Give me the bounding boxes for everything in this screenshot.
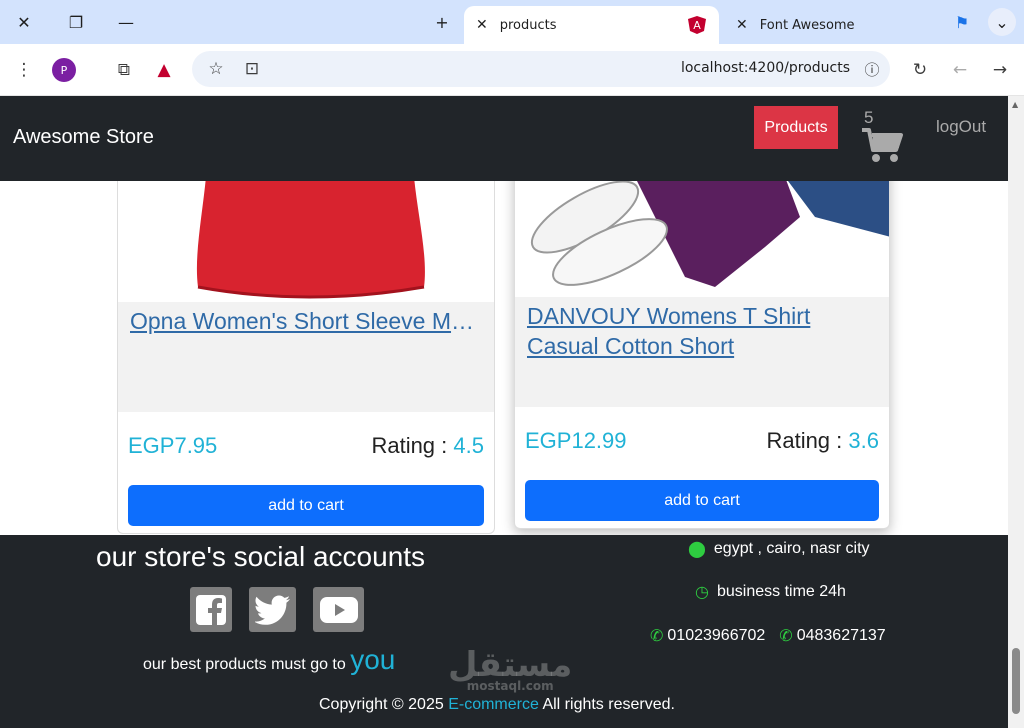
add-to-cart-button[interactable]: add to cart [525, 480, 879, 521]
phone-1[interactable]: 01023966702 [667, 627, 765, 645]
tab-search-chevron-icon[interactable]: ⌄ [988, 8, 1016, 36]
product-title-link[interactable]: Opna Women's Short Sleeve Moisture [130, 306, 482, 336]
footer-tagline: our best products must go to you [143, 644, 395, 676]
url-text: localhost:4200/products [680, 60, 850, 76]
page-viewport: Opna Women's Short Sleeve Moisture EGP7.… [0, 96, 1008, 728]
address-text: egypt , cairo, nasr city [713, 540, 870, 557]
profile-avatar-icon[interactable]: P [52, 58, 76, 82]
angular-devtools-icon[interactable]: ▲ [152, 58, 176, 82]
browser-tab-strip: ✕ ❐ — + ✕ products A ✕ Font Awesome ⚑ ⌄ [0, 0, 1024, 44]
address-info: ⬤ egypt , cairo, nasr city [688, 539, 870, 559]
clock-icon: ◷ [695, 584, 709, 601]
copyright-brand[interactable]: E-commerce [448, 696, 539, 713]
mostaql-watermark: مستقل mostaql.com [448, 645, 573, 693]
brand-logo[interactable]: Awesome Store [13, 126, 154, 149]
close-window-icon[interactable]: ✕ [10, 8, 38, 36]
product-title-link[interactable]: DANVOUY Womens T Shirt Casual Cotton Sho… [527, 301, 877, 361]
product-rating: Rating : 4.5 [371, 433, 484, 459]
phone-info: ✆ 01023966702 ✆ 0483627137 [650, 626, 886, 646]
location-pin-icon: ⬤ [688, 541, 706, 558]
svg-text:A: A [693, 19, 701, 32]
extensions-icon[interactable]: ⧉ [112, 58, 136, 82]
flag-icon[interactable]: ⚑ [948, 8, 976, 36]
products-nav-button[interactable]: Products [754, 106, 838, 149]
add-to-cart-button[interactable]: add to cart [128, 485, 484, 526]
new-tab-icon[interactable]: + [428, 8, 456, 36]
minimize-window-icon[interactable]: — [112, 8, 140, 36]
product-card: DANVOUY Womens T Shirt Casual Cotton Sho… [514, 156, 890, 529]
restore-window-icon[interactable]: ❐ [62, 8, 90, 36]
tab-label: Font Awesome [759, 17, 855, 33]
facebook-icon[interactable] [190, 587, 232, 632]
copyright: Copyright © 2025 E-commerce All rights r… [319, 696, 675, 714]
phone-icon: ✆ [779, 628, 793, 645]
copyright-suffix: All rights reserved. [542, 696, 675, 713]
copyright-prefix: Copyright © 2025 [319, 696, 444, 713]
logout-link[interactable]: logOut [936, 117, 986, 137]
product-title-area: Opna Women's Short Sleeve Moisture [118, 302, 494, 412]
product-price: EGP7.95 [128, 433, 218, 458]
tagline-highlight: you [350, 644, 396, 675]
back-arrow-icon[interactable]: ← [948, 58, 972, 82]
translate-icon[interactable]: ⊡ [240, 57, 264, 81]
product-rating: Rating : 3.6 [766, 428, 879, 454]
product-title-area: DANVOUY Womens T Shirt Casual Cotton Sho… [515, 297, 889, 407]
menu-dots-icon[interactable]: ⋮ [12, 58, 36, 82]
rating-value: 4.5 [453, 433, 484, 458]
hours-info: ◷ business time 24h [695, 582, 846, 602]
angular-icon: A [688, 16, 706, 34]
scrollbar-thumb[interactable] [1012, 648, 1020, 714]
close-tab-icon[interactable]: ✕ [736, 17, 748, 33]
youtube-icon[interactable] [313, 587, 364, 632]
hours-text: business time 24h [716, 583, 846, 600]
address-bar[interactable]: ☆ ⊡ localhost:4200/products ⓘ [192, 51, 890, 87]
product-card: Opna Women's Short Sleeve Moisture EGP7.… [117, 156, 495, 534]
tab-font-awesome[interactable]: ✕ Font Awesome [724, 6, 944, 44]
site-navbar: Awesome Store Products 5 logOut [0, 96, 1008, 181]
reload-icon[interactable]: ↻ [908, 58, 932, 82]
bookmark-star-icon[interactable]: ☆ [204, 57, 228, 81]
rating-value: 3.6 [848, 428, 879, 453]
site-info-icon[interactable]: ⓘ [860, 57, 884, 81]
rating-label: Rating : [371, 433, 448, 458]
rating-label: Rating : [766, 428, 843, 453]
tagline-text: our best products must go to [143, 656, 346, 673]
phone-2[interactable]: 0483627137 [797, 627, 886, 645]
phone-icon: ✆ [650, 628, 664, 645]
footer-heading: our store's social accounts [96, 541, 426, 572]
product-price: EGP12.99 [525, 428, 627, 453]
page-scrollbar[interactable]: ▲ [1008, 96, 1024, 728]
tab-label: products [499, 17, 557, 33]
shopping-cart-icon[interactable] [862, 126, 904, 164]
tab-products[interactable]: ✕ products A [464, 6, 719, 44]
twitter-icon[interactable] [249, 587, 296, 632]
browser-toolbar: ⋮ P ⧉ ▲ ☆ ⊡ localhost:4200/products ⓘ ↻ … [0, 44, 1024, 96]
close-tab-icon[interactable]: ✕ [476, 17, 488, 33]
cart-count-badge: 5 [864, 108, 874, 127]
scroll-up-icon[interactable]: ▲ [1012, 100, 1018, 109]
site-footer: our store's social accounts our best pro… [0, 535, 1008, 728]
forward-arrow-icon[interactable]: → [988, 58, 1012, 82]
